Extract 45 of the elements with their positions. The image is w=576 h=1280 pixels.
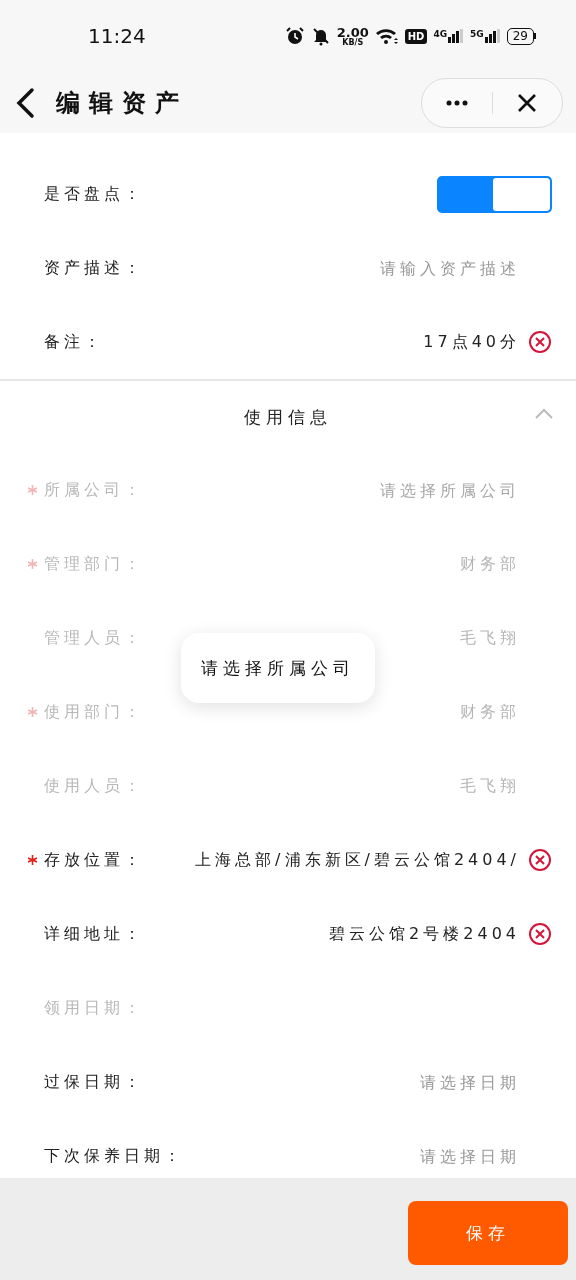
field-label: 下次保养日期： xyxy=(44,1145,184,1167)
speed-unit: KB/S xyxy=(342,38,364,47)
clear-icon xyxy=(528,848,552,872)
chevron-up-icon xyxy=(534,407,554,419)
field-label: 管理人员： xyxy=(44,627,144,649)
bell-off-icon xyxy=(310,26,331,46)
clear-button[interactable] xyxy=(528,922,552,946)
signal-icon xyxy=(448,29,465,43)
input-field[interactable]: 碧云公馆2号楼2404 xyxy=(158,924,520,944)
field-label: 详细地址： xyxy=(44,923,144,945)
input-field[interactable]: 请输入资产描述 xyxy=(158,258,520,278)
signal-icon xyxy=(484,29,501,43)
wifi-icon xyxy=(374,27,399,45)
chevron-left-icon xyxy=(14,86,36,119)
field-label: 管理部门： xyxy=(44,553,144,575)
close-icon xyxy=(517,92,538,113)
page-title: 编辑资产 xyxy=(56,87,189,119)
input-field[interactable]: 17点40分 xyxy=(118,332,520,352)
network-type: 4G xyxy=(433,29,448,39)
field-label: 领用日期： xyxy=(44,997,144,1019)
field-label: 备注： xyxy=(44,331,104,353)
clock-time: 11:24 xyxy=(88,24,147,48)
alarm-clock-icon xyxy=(284,26,305,46)
toggle-switch[interactable] xyxy=(437,175,552,213)
hd-badge: HD xyxy=(404,28,428,44)
clear-button[interactable] xyxy=(528,330,552,354)
field-label: 过保日期： xyxy=(44,1071,144,1093)
field-label: 所属公司： xyxy=(44,479,144,501)
field-label: 是否盘点： xyxy=(44,183,144,205)
section-title: 使用信息 xyxy=(244,405,332,429)
input-field[interactable]: 请选择日期 xyxy=(198,1146,520,1166)
field-label: 使用部门： xyxy=(44,701,144,723)
more-icon xyxy=(445,99,468,106)
network-type: 5G xyxy=(470,29,484,39)
clear-icon xyxy=(528,922,552,946)
clear-button[interactable] xyxy=(528,848,552,872)
clear-icon xyxy=(528,330,552,354)
toast-message: 请选择所属公司 xyxy=(181,633,375,703)
field-label: 资产描述： xyxy=(44,257,144,279)
input-field[interactable]: 请选择日期 xyxy=(158,1072,520,1092)
network-speed: 2.00 xyxy=(336,25,369,39)
save-button[interactable]: 保存 xyxy=(408,1201,568,1265)
input-field[interactable]: 上海总部/浦东新区/碧云公馆2404/ xyxy=(158,850,520,870)
field-label: 使用人员： xyxy=(44,775,144,797)
field-label: 存放位置： xyxy=(44,849,144,871)
